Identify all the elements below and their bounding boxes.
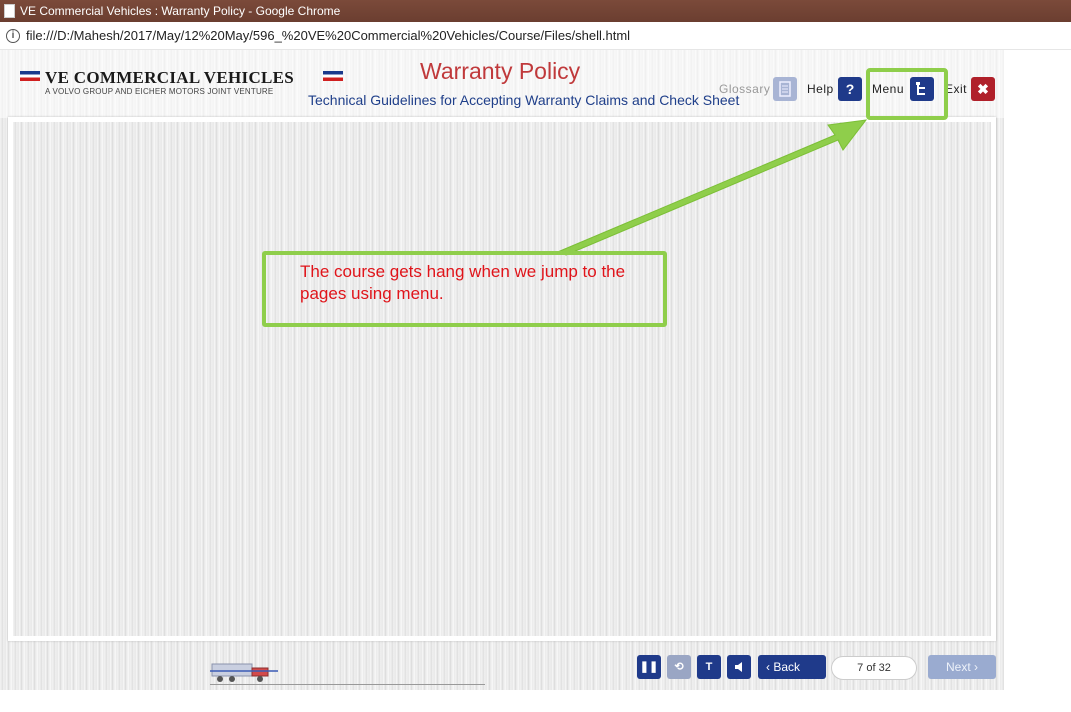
info-icon[interactable]: i (6, 29, 20, 43)
truck-icon (210, 663, 278, 682)
address-bar[interactable]: i file:///D:/Mahesh/2017/May/12%20May/59… (0, 22, 1071, 50)
browser-title-bar: VE Commercial Vehicles : Warranty Policy… (0, 0, 1071, 22)
exit-label[interactable]: Exit (945, 82, 967, 96)
next-label: Next (946, 660, 971, 674)
help-icon: ? (845, 81, 855, 97)
page-icon (4, 4, 15, 18)
exit-button[interactable]: ✖ (971, 77, 995, 101)
page-counter: 7 of 32 (831, 656, 917, 680)
course-subtitle: Technical Guidelines for Accepting Warra… (308, 92, 740, 108)
help-button[interactable]: ? (838, 77, 862, 101)
replay-icon: ⟲ (674, 661, 684, 673)
audio-button[interactable] (727, 655, 751, 679)
next-button[interactable]: Next › (928, 655, 996, 679)
menu-highlight-box (866, 68, 948, 120)
transcript-button[interactable]: T (697, 655, 721, 679)
help-label[interactable]: Help (807, 82, 834, 96)
callout-text: The course gets hang when we jump to the… (300, 262, 626, 303)
back-button[interactable]: ‹ Back (758, 655, 826, 679)
transcript-icon: T (705, 661, 713, 673)
speaker-icon (735, 662, 742, 672)
url-text[interactable]: file:///D:/Mahesh/2017/May/12%20May/596_… (26, 28, 630, 43)
flag-icon (323, 71, 343, 81)
glossary-label[interactable]: Glossary (719, 82, 770, 96)
glossary-button[interactable] (773, 77, 797, 101)
window-title: VE Commercial Vehicles : Warranty Policy… (20, 4, 341, 18)
brand-tagline: A VOLVO GROUP AND EICHER MOTORS JOINT VE… (45, 87, 274, 96)
back-label: Back (773, 660, 801, 674)
content-area (8, 117, 996, 641)
flag-icon (20, 71, 40, 81)
footer-divider (210, 684, 485, 685)
chevron-right-icon: › (970, 660, 979, 674)
pause-button[interactable]: ❚❚ (637, 655, 661, 679)
replay-button[interactable]: ⟲ (667, 655, 691, 679)
book-icon (779, 81, 791, 97)
pause-icon: ❚❚ (639, 661, 659, 673)
brand-name: VE COMMERCIAL VEHICLES (45, 68, 295, 87)
close-icon: ✖ (977, 81, 989, 97)
course-title: Warranty Policy (420, 58, 581, 84)
brand-logo: VE COMMERCIAL VEHICLES A VOLVO GROUP AND… (20, 68, 350, 98)
